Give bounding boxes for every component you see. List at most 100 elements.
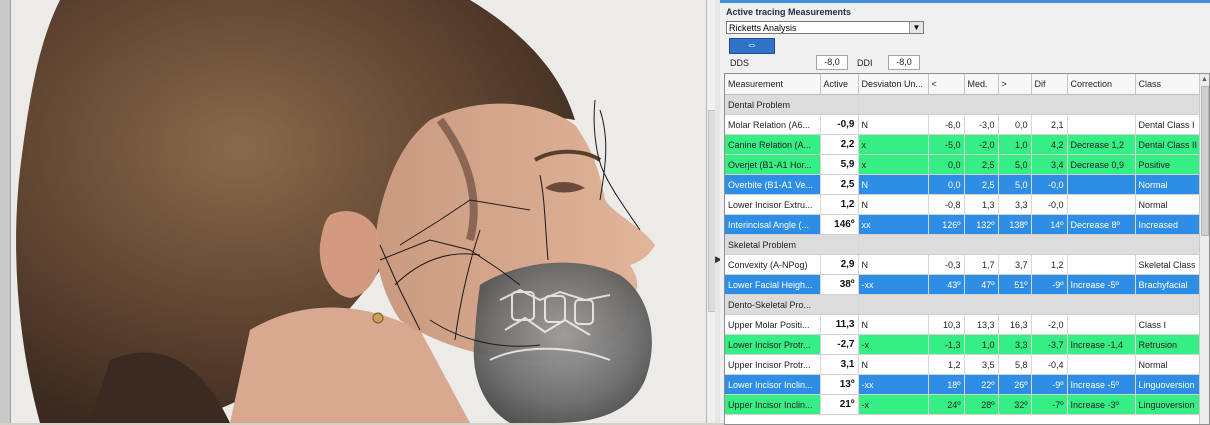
table-cell-class: Normal [1135, 174, 1208, 195]
left-edge-ruler [0, 0, 11, 423]
measurements-grid[interactable]: Measurement Active Desviaton Un... < Med. > Di… [724, 73, 1210, 425]
dds-value-field[interactable]: -8,0 [816, 55, 848, 70]
table-cell-dif: -0,0 [1031, 194, 1068, 215]
table-cell-correction: Increase -3º [1067, 394, 1136, 415]
table-cell-lt: 0,0 [928, 154, 965, 175]
table-row[interactable]: Lower Incisor Inclin... 13º -xx 18º 22º 26º -9… [725, 374, 1208, 395]
table-cell-correction: Increase -1,4 [1067, 334, 1136, 355]
table-cell-active[interactable]: 21º [820, 394, 859, 415]
column-header[interactable]: > [998, 74, 1032, 95]
chevron-down-icon[interactable]: ▼ [909, 22, 923, 33]
table-cell-active[interactable]: 2,2 [820, 134, 859, 155]
column-header[interactable]: Desviaton Un... [858, 74, 929, 95]
ddi-value-field[interactable]: -8,0 [888, 55, 920, 70]
table-cell-active[interactable]: 38º [820, 274, 859, 295]
table-cell-class: Positive [1135, 154, 1208, 175]
table-cell-active[interactable]: 1,2 [820, 194, 859, 215]
table-cell-correction [1067, 114, 1136, 135]
group-row[interactable]: Skeletal Problem [725, 234, 1208, 255]
table-cell-class: Increased [1135, 214, 1208, 235]
table-cell-dif: 1,2 [1031, 254, 1068, 275]
table-cell-dif: -9º [1031, 274, 1068, 295]
table-cell-class: Normal [1135, 194, 1208, 215]
column-header[interactable]: Med. [964, 74, 999, 95]
table-cell-class: Dental Class II [1135, 134, 1208, 155]
table-cell-desviaton-un: -xx [858, 374, 929, 395]
table-row[interactable]: Overjet (B1-A1 Hor... 5,9 x 0,0 2,5 5,0 3,4 Dec… [725, 154, 1208, 175]
ddi-label: DDI [857, 58, 873, 68]
table-cell-class: Dental Class I [1135, 114, 1208, 135]
table-cell-active[interactable]: 2,9 [820, 254, 859, 275]
table-cell-med: 47º [964, 274, 999, 295]
column-header[interactable]: Dif [1031, 74, 1068, 95]
table-row[interactable]: Convexity (A-NPog) 2,9 N -0,3 1,7 3,7 1,2 Skele… [725, 254, 1208, 275]
analysis-selected-value: Ricketts Analysis [729, 23, 797, 33]
table-cell-correction: Increase -5º [1067, 374, 1136, 395]
group-row[interactable]: Dental Problem [725, 94, 1208, 115]
section-title: Active tracing Measurements [726, 7, 852, 17]
group-visibility-cell[interactable] [858, 94, 1208, 115]
table-cell-lt: -1,3 [928, 334, 965, 355]
table-row[interactable]: Overbite (B1-A1 Ve... 2,5 N 0,0 2,5 5,0 -0,0 No… [725, 174, 1208, 195]
table-cell-measurement: Interincisal Angle (... [725, 214, 821, 235]
table-row[interactable]: Upper Incisor Inclin... 21º -x 24º 28º 32º -7º… [725, 394, 1208, 415]
table-cell-active[interactable]: 2,5 [820, 174, 859, 195]
table-row[interactable]: Lower Facial Heigh... 38º -xx 43º 47º 51º -9º I… [725, 274, 1208, 295]
table-scrollbar[interactable]: ▲ [1199, 74, 1209, 424]
table-cell-active[interactable]: 3,1 [820, 354, 859, 375]
analysis-dropdown[interactable]: Ricketts Analysis ▼ [726, 21, 924, 34]
column-header[interactable]: Class [1135, 74, 1208, 95]
measurements-panel: Active tracing Measurements Ricketts Ana… [720, 0, 1210, 425]
scroll-up-icon[interactable]: ▲ [1200, 76, 1209, 83]
table-cell-measurement: Upper Incisor Inclin... [725, 394, 821, 415]
table-cell-class: Linguoversion [1135, 394, 1208, 415]
table-cell-lt: 126º [928, 214, 965, 235]
swap-button[interactable]: ⇔ [729, 38, 775, 54]
group-visibility-cell[interactable] [858, 234, 1208, 255]
group-visibility-cell[interactable] [858, 294, 1208, 315]
image-viewport[interactable] [0, 0, 706, 423]
table-cell-dif: 3,4 [1031, 154, 1068, 175]
table-cell-class: Linguoversion [1135, 374, 1208, 395]
column-header[interactable]: Measurement [725, 74, 821, 95]
table-row[interactable]: Upper Molar Positi... 11,3 N 10,3 13,3 16,3 -2… [725, 314, 1208, 335]
table-cell-dif: -9º [1031, 374, 1068, 395]
column-header[interactable]: Correction [1067, 74, 1136, 95]
table-cell-active[interactable]: -2,7 [820, 334, 859, 355]
column-header[interactable]: Active [820, 74, 859, 95]
table-cell-measurement: Overbite (B1-A1 Ve... [725, 174, 821, 195]
group-row[interactable]: Dento-Skeletal Pro... [725, 294, 1208, 315]
table-cell-correction: Increase -5º [1067, 274, 1136, 295]
table-cell-active[interactable]: 13º [820, 374, 859, 395]
table-cell-dif: 14º [1031, 214, 1068, 235]
group-label: Dental Problem [725, 94, 859, 115]
table-cell-desviaton-un: N [858, 114, 929, 135]
table-cell-lt: 0,0 [928, 174, 965, 195]
table-cell-measurement: Canine Relation (A... [725, 134, 821, 155]
table-cell-lt: 1,2 [928, 354, 965, 375]
table-cell-active[interactable]: 11,3 [820, 314, 859, 335]
table-cell-lt: -0,3 [928, 254, 965, 275]
table-row[interactable]: Molar Relation (A6... -0,9 N -6,0 -3,0 0,0 2,1… [725, 114, 1208, 135]
table-cell-gt: 5,0 [998, 154, 1032, 175]
column-header[interactable]: < [928, 74, 965, 95]
table-cell-class: Normal [1135, 354, 1208, 375]
table-cell-lt: 18º [928, 374, 965, 395]
table-scroll-thumb[interactable] [1201, 86, 1209, 236]
table-cell-active[interactable]: 5,9 [820, 154, 859, 175]
group-label-text: Dento-Skeletal Pro... [728, 299, 812, 310]
table-cell-correction [1067, 194, 1136, 215]
group-label-text: Skeletal Problem [728, 239, 797, 250]
table-cell-active[interactable]: 146º [820, 214, 859, 235]
table-cell-gt: 32º [998, 394, 1032, 415]
table-cell-gt: 16,3 [998, 314, 1032, 335]
table-cell-active[interactable]: -0,9 [820, 114, 859, 135]
table-row[interactable]: Lower Incisor Protr... -2,7 -x -1,3 1,0 3,3 -3… [725, 334, 1208, 355]
table-row[interactable]: Canine Relation (A... 2,2 x -5,0 -2,0 1,0 4,2 D… [725, 134, 1208, 155]
table-row[interactable]: Interincisal Angle (... 146º xx 126º 132º 138… [725, 214, 1208, 235]
table-cell-med: 22º [964, 374, 999, 395]
table-cell-correction [1067, 314, 1136, 335]
table-cell-med: 2,5 [964, 154, 999, 175]
table-row[interactable]: Upper Incisor Protr... 3,1 N 1,2 3,5 5,8 -0,4 N… [725, 354, 1208, 375]
table-row[interactable]: Lower Incisor Extru... 1,2 N -0,8 1,3 3,3 -0,0… [725, 194, 1208, 215]
